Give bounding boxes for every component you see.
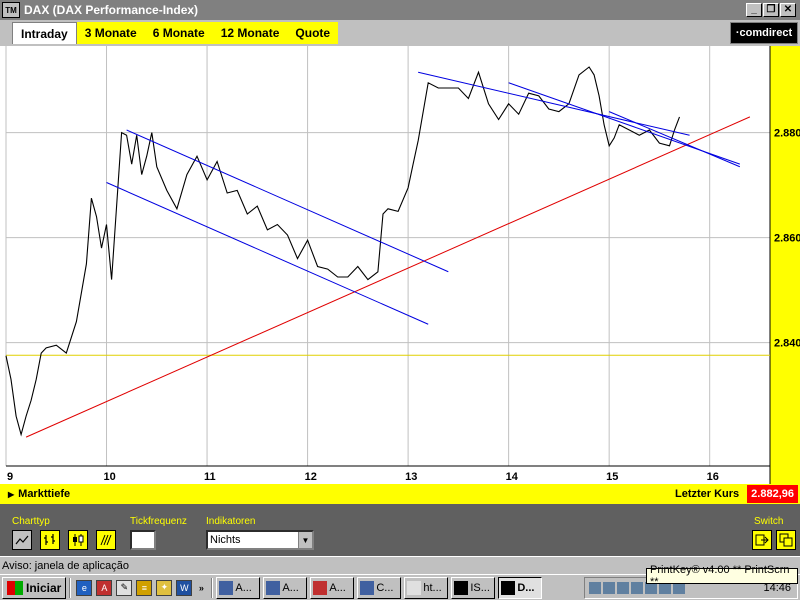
x-tick-label: 10 bbox=[104, 471, 116, 483]
hatched-bars-icon bbox=[100, 534, 112, 546]
x-tick-label: 12 bbox=[305, 471, 317, 483]
tab-12-monate[interactable]: 12 Monate bbox=[212, 22, 288, 44]
x-tick-label: 15 bbox=[606, 471, 618, 483]
tab-3-monate[interactable]: 3 Monate bbox=[76, 22, 145, 44]
trendline-blue bbox=[608, 111, 741, 168]
indikatoren-value: Nichts bbox=[210, 534, 241, 546]
taskbar-item-6[interactable]: IS... bbox=[451, 576, 496, 599]
explorer-icon[interactable]: ≡ bbox=[136, 579, 153, 596]
taskbar-item-1[interactable]: A... bbox=[216, 576, 261, 599]
taskbar-item-5[interactable]: ht... bbox=[404, 576, 449, 599]
network-icon[interactable] bbox=[589, 582, 601, 594]
indikatoren-label: Indikatoren bbox=[206, 516, 256, 527]
ftp-icon[interactable]: ✦ bbox=[156, 579, 173, 596]
trendline-red bbox=[25, 116, 751, 438]
word-icon[interactable]: W bbox=[176, 579, 193, 596]
app-icon bbox=[360, 580, 375, 595]
y-axis-panel bbox=[770, 46, 800, 484]
chevron-right-icon[interactable]: » bbox=[196, 580, 206, 596]
ohlc-icon bbox=[44, 534, 55, 545]
taskbar-item-4[interactable]: C... bbox=[357, 576, 402, 599]
taskbar-item-3[interactable]: A... bbox=[310, 576, 355, 599]
chevron-down-icon[interactable]: ▼ bbox=[298, 532, 312, 548]
chart-controls: Charttyp Tickfrequenz Indikatoren Nichts… bbox=[0, 504, 800, 556]
y-tick-label: 2.880 bbox=[774, 128, 800, 140]
app-icon bbox=[219, 580, 234, 595]
x-tick-label: 14 bbox=[506, 471, 519, 483]
triangle-right-icon: ▶ bbox=[8, 489, 15, 499]
status-text: Aviso: janela de aplicação bbox=[2, 559, 129, 572]
charttyp-label: Charttyp bbox=[12, 516, 50, 527]
taskbar-item-label: C... bbox=[376, 581, 394, 594]
minimize-button[interactable]: _ bbox=[746, 3, 762, 17]
switch-export-button[interactable] bbox=[752, 530, 772, 550]
y-tick-label: 2.840 bbox=[774, 338, 800, 350]
printkey-tooltip: PrintKey® v4.00 ** PrintScrn ** bbox=[646, 564, 798, 588]
markttiefe-link[interactable]: Markttiefe bbox=[18, 488, 70, 500]
info-bar: ▶ Markttiefe Letzter Kurs 2.882,96 bbox=[0, 484, 800, 504]
last-price-value: 2.882,96 bbox=[747, 485, 798, 503]
indikatoren-select[interactable]: Nichts ▼ bbox=[206, 530, 314, 550]
restore-button[interactable]: ❐ bbox=[763, 3, 779, 17]
x-tick-label: 11 bbox=[204, 471, 216, 483]
taskbar-item-label: IS... bbox=[470, 581, 490, 594]
bar-volume-button[interactable] bbox=[96, 530, 116, 550]
close-button[interactable]: ✕ bbox=[780, 3, 796, 17]
ohlc-chart-button[interactable] bbox=[40, 530, 60, 550]
application-window: TM DAX (DAX Performance-Index) _ ❐ ✕ Int… bbox=[0, 0, 800, 600]
tm-app-icon bbox=[501, 580, 516, 595]
antivirus-icon[interactable] bbox=[617, 582, 629, 594]
export-icon bbox=[755, 534, 769, 546]
app-logo-icon: TM bbox=[2, 2, 20, 18]
acrobat-icon bbox=[313, 580, 328, 595]
tickfrequenz-label: Tickfrequenz bbox=[130, 516, 187, 527]
tab-6-monate[interactable]: 6 Monate bbox=[144, 22, 213, 44]
shield-icon[interactable] bbox=[631, 582, 643, 594]
candlestick-icon bbox=[73, 534, 84, 546]
tm-app-icon bbox=[454, 580, 469, 595]
switch-label: Switch bbox=[754, 516, 784, 527]
price-chart[interactable]: 9 10 11 12 13 14 15 16 2.840 2.860 2.880 bbox=[0, 46, 800, 484]
windows-icon bbox=[779, 533, 793, 547]
taskbar-item-label: A... bbox=[329, 581, 346, 594]
tab-quote[interactable]: Quote bbox=[287, 22, 339, 44]
windows-logo-icon bbox=[7, 580, 23, 595]
document-icon bbox=[407, 580, 422, 595]
y-tick-label: 2.860 bbox=[774, 233, 800, 245]
acrobat-icon[interactable]: A bbox=[96, 579, 113, 596]
candlestick-chart-button[interactable] bbox=[68, 530, 88, 550]
x-tick-label: 16 bbox=[707, 471, 719, 483]
tickfrequenz-input[interactable] bbox=[130, 530, 156, 550]
title-bar[interactable]: TM DAX (DAX Performance-Index) _ ❐ ✕ bbox=[0, 0, 800, 20]
taskbar-item-label: A... bbox=[235, 581, 252, 594]
start-button[interactable]: Iniciar bbox=[2, 576, 67, 599]
x-tick-label: 9 bbox=[7, 471, 13, 483]
trendline-blue bbox=[126, 129, 449, 273]
window-title: DAX (DAX Performance-Index) bbox=[24, 3, 199, 17]
app-icon bbox=[266, 580, 281, 595]
taskbar-separator bbox=[69, 577, 72, 598]
switch-window-button[interactable] bbox=[776, 530, 796, 550]
ie-icon[interactable]: e bbox=[76, 579, 93, 596]
x-tick-label: 13 bbox=[405, 471, 417, 483]
line-chart-icon bbox=[15, 535, 29, 545]
chart-svg: 9 10 11 12 13 14 15 16 2.840 2.860 2.880 bbox=[5, 46, 800, 484]
taskbar-item-label: D... bbox=[517, 581, 535, 594]
tab-bar: Intraday 3 Monate 6 Monate 12 Monate Quo… bbox=[0, 20, 800, 46]
taskbar-item-dax[interactable]: D... bbox=[498, 576, 543, 599]
start-label: Iniciar bbox=[26, 580, 62, 595]
notepad-icon[interactable]: ✎ bbox=[116, 579, 133, 596]
comdirect-logo: ·comdirect bbox=[730, 22, 798, 44]
line-chart-button[interactable] bbox=[12, 530, 32, 550]
last-price-label: Letzter Kurs bbox=[674, 488, 740, 500]
taskbar-item-2[interactable]: A... bbox=[263, 576, 308, 599]
trendline-blue bbox=[418, 71, 690, 136]
tab-intraday[interactable]: Intraday bbox=[12, 22, 77, 44]
volume-icon[interactable] bbox=[603, 582, 615, 594]
taskbar-separator bbox=[211, 577, 214, 598]
taskbar-item-label: ht... bbox=[423, 581, 442, 594]
taskbar-item-label: A... bbox=[282, 581, 299, 594]
